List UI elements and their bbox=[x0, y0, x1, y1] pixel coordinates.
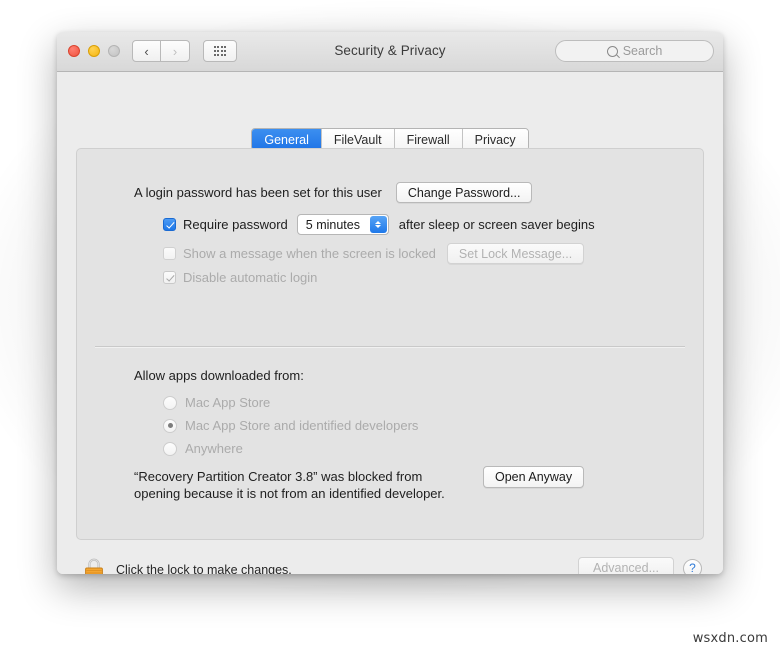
show-lock-message-label: Show a message when the screen is locked bbox=[183, 246, 436, 261]
closed-lock-icon[interactable] bbox=[83, 556, 105, 574]
require-password-suffix-label: after sleep or screen saver begins bbox=[398, 217, 595, 232]
lock-instruction-label: Click the lock to make changes. bbox=[116, 562, 292, 575]
show-lock-message-checkbox[interactable] bbox=[163, 247, 176, 260]
radio-mac-app-store-label: Mac App Store bbox=[185, 395, 271, 410]
disable-auto-login-row: Disable automatic login bbox=[163, 270, 317, 285]
radio-identified-developers-label: Mac App Store and identified developers bbox=[185, 418, 419, 433]
radio-identified-developers[interactable] bbox=[163, 418, 177, 433]
radio-anywhere[interactable] bbox=[163, 441, 177, 456]
login-password-row: A login password has been set for this u… bbox=[134, 182, 533, 203]
show-lock-message-row: Show a message when the screen is locked… bbox=[163, 243, 585, 264]
advanced-button[interactable]: Advanced... bbox=[577, 557, 674, 574]
search-field[interactable]: Search bbox=[555, 40, 714, 62]
security-privacy-window: ‹ › Security & Privacy Search General Fi… bbox=[57, 32, 723, 574]
disable-auto-login-checkbox[interactable] bbox=[163, 271, 176, 284]
gatekeeper-heading-row: Allow apps downloaded from: bbox=[134, 368, 304, 383]
require-password-checkbox[interactable] bbox=[163, 218, 176, 231]
radio-anywhere-label: Anywhere bbox=[185, 441, 243, 456]
require-password-delay-value: 5 minutes bbox=[305, 217, 360, 232]
general-pane: A login password has been set for this u… bbox=[76, 148, 704, 540]
login-password-label: A login password has been set for this u… bbox=[134, 185, 382, 200]
tab-privacy[interactable]: Privacy bbox=[462, 129, 528, 150]
require-password-row: Require password 5 minutes after sleep o… bbox=[163, 214, 595, 235]
gatekeeper-option-mac-app-store[interactable]: Mac App Store bbox=[163, 395, 270, 410]
gatekeeper-option-anywhere[interactable]: Anywhere bbox=[163, 441, 243, 456]
search-icon bbox=[606, 45, 618, 57]
help-button[interactable]: ? bbox=[683, 558, 702, 574]
require-password-delay-select[interactable]: 5 minutes bbox=[296, 214, 389, 235]
section-divider bbox=[95, 346, 685, 347]
lock-row: Click the lock to make changes. bbox=[83, 556, 292, 574]
disable-auto-login-label: Disable automatic login bbox=[183, 270, 318, 285]
set-lock-message-button[interactable]: Set Lock Message... bbox=[446, 243, 585, 264]
tab-general[interactable]: General bbox=[252, 129, 322, 150]
stepper-icon[interactable] bbox=[369, 216, 387, 233]
watermark: wsxdn.com bbox=[692, 631, 768, 646]
require-password-label: Require password bbox=[183, 217, 288, 232]
search-placeholder: Search bbox=[622, 44, 663, 58]
window-titlebar: ‹ › Security & Privacy Search bbox=[57, 32, 723, 72]
blocked-app-message: “Recovery Partition Creator 3.8” was blo… bbox=[134, 469, 445, 501]
gatekeeper-heading: Allow apps downloaded from: bbox=[134, 368, 304, 383]
change-password-button[interactable]: Change Password... bbox=[395, 182, 533, 203]
window-body: General FileVault Firewall Privacy A log… bbox=[57, 72, 723, 574]
tab-firewall[interactable]: Firewall bbox=[394, 129, 463, 150]
gatekeeper-option-identified-developers[interactable]: Mac App Store and identified developers bbox=[163, 418, 418, 433]
footer-actions: Advanced... ? bbox=[577, 557, 702, 574]
tab-filevault[interactable]: FileVault bbox=[321, 129, 395, 150]
radio-mac-app-store[interactable] bbox=[163, 395, 177, 410]
open-anyway-button[interactable]: Open Anyway bbox=[483, 466, 585, 488]
